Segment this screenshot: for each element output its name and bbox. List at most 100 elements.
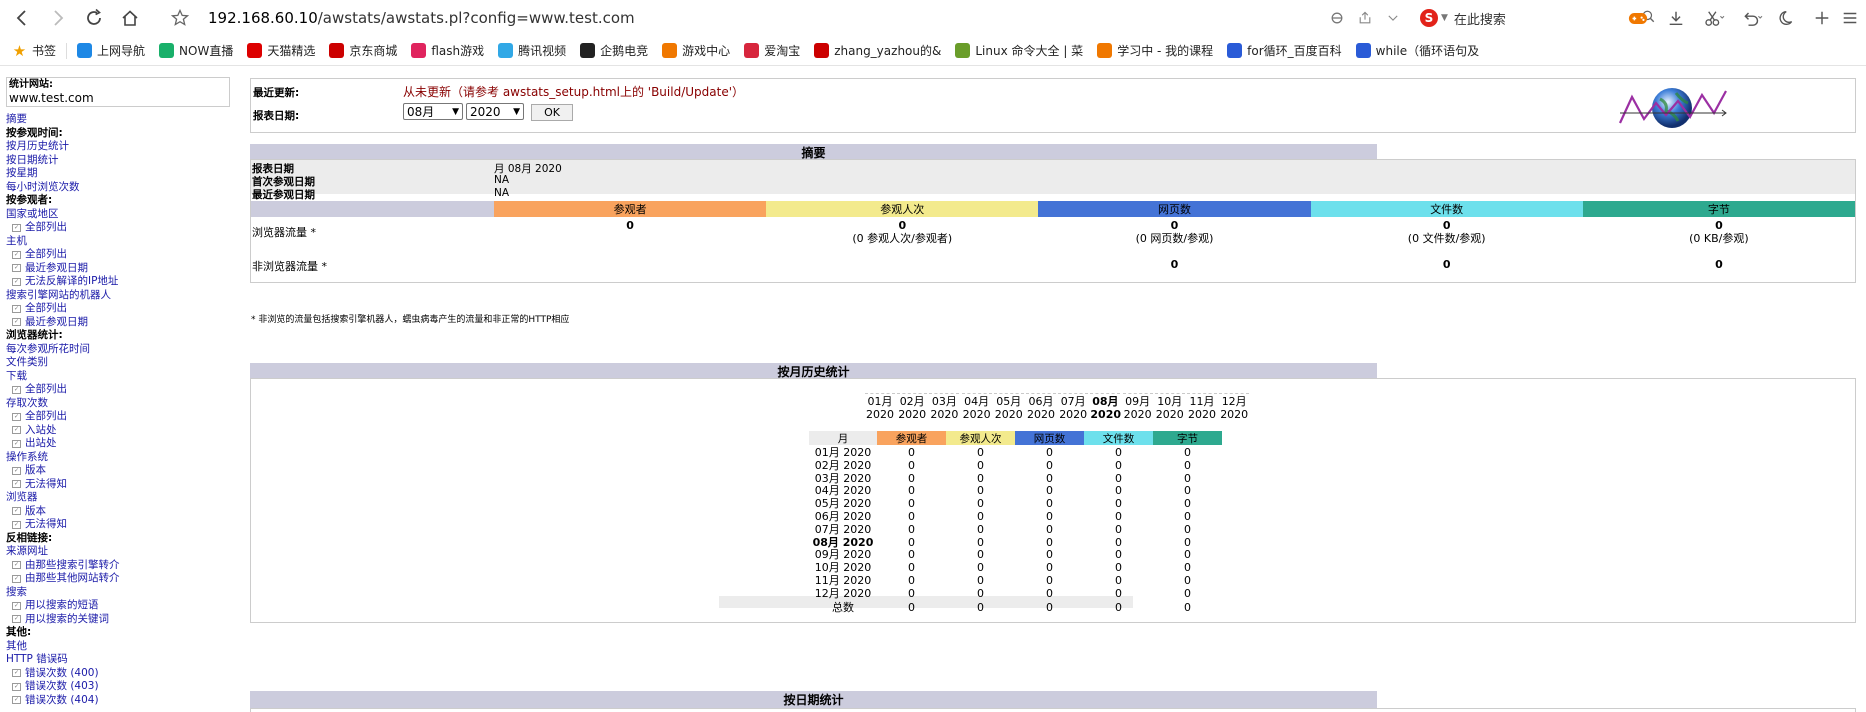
- engine-dropdown-icon[interactable]: ▼: [1441, 13, 1448, 23]
- menu-link[interactable]: 下载: [6, 370, 236, 384]
- menu-link[interactable]: 摘要: [6, 113, 236, 127]
- menu-link[interactable]: 浏览器: [6, 491, 236, 505]
- menu-sub-link[interactable]: ✓ 全部列出: [6, 221, 236, 235]
- menu-sub-link[interactable]: ✓ 版本: [6, 464, 236, 478]
- menu-link[interactable]: 按星期: [6, 167, 236, 181]
- ie-mode-icon[interactable]: [1326, 6, 1348, 30]
- last-update-value: 从未更新（请参考 awstats_setup.html上的 'Build/Upd…: [403, 85, 744, 99]
- sub-item-icon: ✓: [12, 318, 21, 327]
- menu-sub-link[interactable]: ✓ 无法得知: [6, 478, 236, 492]
- menu-section-heading: 按参观时间:: [6, 126, 63, 139]
- download-icon[interactable]: [1664, 6, 1688, 30]
- bookmark-item[interactable]: 上网导航: [77, 42, 145, 59]
- menu-link[interactable]: 每次参观所花时间: [6, 343, 236, 357]
- menu-sub-link[interactable]: ✓ 由那些搜索引擎转介: [6, 559, 236, 573]
- menu-sub-link[interactable]: ✓ 用以搜索的关键词: [6, 613, 236, 627]
- month-select[interactable]: 08月 ▼: [403, 103, 463, 120]
- menu-link[interactable]: HTTP 错误码: [6, 653, 236, 667]
- bookmark-item[interactable]: NOW直播: [159, 42, 233, 59]
- menu-sub-label: 无法反解译的IP地址: [25, 275, 119, 287]
- bookmark-separator: [66, 42, 68, 59]
- monthly-row-value: 0: [908, 510, 915, 523]
- menu-sub-label: 错误次数 (400): [25, 666, 99, 679]
- bookmark-item[interactable]: for循环_百度百科: [1227, 42, 1342, 59]
- bookmark-item[interactable]: zhang_yazhou的&: [814, 42, 941, 59]
- menu-section-heading: 反相链接:: [6, 531, 53, 544]
- menu-sub-link[interactable]: ✓ 入站处: [6, 424, 236, 438]
- year-select[interactable]: 2020 ▼: [466, 103, 524, 120]
- menu-sub-link[interactable]: ✓ 最近参观日期: [6, 316, 236, 330]
- forward-icon[interactable]: [44, 4, 72, 32]
- menu-link[interactable]: 搜索: [6, 586, 236, 600]
- menu-hamburger-icon[interactable]: [1838, 6, 1862, 30]
- menu-sub-link[interactable]: ✓ 错误次数 (403): [6, 680, 236, 694]
- menu-link[interactable]: 操作系统: [6, 451, 236, 465]
- menu-sub-link[interactable]: ✓ 无法得知: [6, 518, 236, 532]
- menu-sub-link[interactable]: ✓ 错误次数 (404): [6, 694, 236, 708]
- game-controller-icon[interactable]: [1626, 6, 1650, 30]
- menu-sub-link[interactable]: ✓ 无法反解译的IP地址: [6, 275, 236, 289]
- bookmark-item[interactable]: flash游戏: [411, 42, 484, 59]
- monthly-row-label: 11月 2020: [814, 574, 872, 587]
- menu-link[interactable]: 国家或地区: [6, 208, 236, 222]
- menu-sub-link[interactable]: ✓ 错误次数 (400): [6, 667, 236, 681]
- menu-sub-link[interactable]: ✓ 最近参观日期: [6, 262, 236, 276]
- new-tab-plus-icon[interactable]: [1810, 6, 1834, 30]
- menu-link[interactable]: 文件类别: [6, 356, 236, 370]
- monthly-row-value: 0: [977, 574, 984, 587]
- bookmark-item[interactable]: 企鹅电竞: [580, 42, 648, 59]
- menu-link[interactable]: 其他: [6, 640, 236, 654]
- ok-button[interactable]: OK: [531, 104, 573, 121]
- awstats-logo[interactable]: [1618, 83, 1728, 131]
- bookmark-item[interactable]: while（循环语句及: [1355, 42, 1479, 59]
- screenshot-scissors-icon[interactable]: [1700, 6, 1730, 30]
- sub-item-icon: ✓: [12, 304, 21, 313]
- bookmark-item[interactable]: 京东商城: [329, 42, 397, 59]
- undo-icon[interactable]: [1738, 6, 1768, 30]
- home-icon[interactable]: [116, 4, 144, 32]
- menu-link[interactable]: 按月历史统计: [6, 140, 236, 154]
- bookmark-item[interactable]: 天猫精选: [247, 42, 315, 59]
- monthly-row-value: 0: [908, 471, 915, 485]
- menu-link[interactable]: 按日期统计: [6, 154, 236, 168]
- summary-info-bg: [251, 160, 1855, 194]
- menu-sub-link[interactable]: ✓ 出站处: [6, 437, 236, 451]
- monthly-row-label: 12月 2020: [814, 586, 872, 600]
- back-icon[interactable]: [8, 4, 36, 32]
- menu-link[interactable]: 主机: [6, 235, 236, 249]
- monthly-row-value: 0: [977, 458, 984, 472]
- bookmark-star-icon[interactable]: [166, 4, 194, 32]
- bookmark-item[interactable]: Linux 命令大全 | 菜: [955, 42, 1083, 59]
- bookmark-item[interactable]: 游戏中心: [662, 42, 730, 59]
- menu-sub-label: 最近参观日期: [25, 261, 88, 274]
- address-bar[interactable]: 192.168.60.10/awstats/awstats.pl?config=…: [208, 9, 635, 27]
- chevron-down-icon[interactable]: [1382, 6, 1404, 30]
- menu-sub-link[interactable]: ✓ 全部列出: [6, 302, 236, 316]
- month-column-year: 2020: [898, 408, 927, 421]
- bookmark-item[interactable]: 爱淘宝: [744, 42, 800, 59]
- url-path: /awstats/awstats.pl?config=www.test.com: [317, 9, 635, 27]
- menu-sub-link[interactable]: ✓ 全部列出: [6, 383, 236, 397]
- menu-link[interactable]: 来源网址: [6, 545, 236, 559]
- bookmark-item[interactable]: 学习中 - 我的课程: [1097, 42, 1213, 59]
- share-icon[interactable]: [1354, 6, 1376, 30]
- monthly-row-value: 0: [1115, 522, 1122, 536]
- menu-sub-link[interactable]: ✓ 全部列出: [6, 410, 236, 424]
- night-mode-moon-icon[interactable]: [1776, 6, 1800, 30]
- menu-link[interactable]: 存取次数: [6, 397, 236, 411]
- menu-link[interactable]: 每小时浏览次数: [6, 181, 236, 195]
- menu-sub-link[interactable]: ✓ 用以搜索的短语: [6, 599, 236, 613]
- reload-icon[interactable]: [80, 4, 108, 32]
- play-icon: [498, 43, 514, 58]
- menu-sub-label: 最近参观日期: [25, 315, 88, 328]
- bookmark-item[interactable]: 腾讯视频: [498, 42, 566, 59]
- menu-sub-link[interactable]: ✓ 全部列出: [6, 248, 236, 262]
- menu-section-heading: 按参观者:: [6, 194, 53, 206]
- menu-sub-link[interactable]: ✓ 由那些其他网站转介: [6, 572, 236, 586]
- search-box[interactable]: S ▼ 在此搜索: [1420, 5, 1656, 31]
- monthly-row-value: 0: [1046, 535, 1053, 549]
- bookmark-item[interactable]: ★ 书签: [12, 42, 56, 60]
- monthly-row-label: 02月 2020: [814, 458, 872, 472]
- menu-link[interactable]: 搜索引擎网站的机器人: [6, 289, 236, 303]
- menu-sub-link[interactable]: ✓ 版本: [6, 505, 236, 519]
